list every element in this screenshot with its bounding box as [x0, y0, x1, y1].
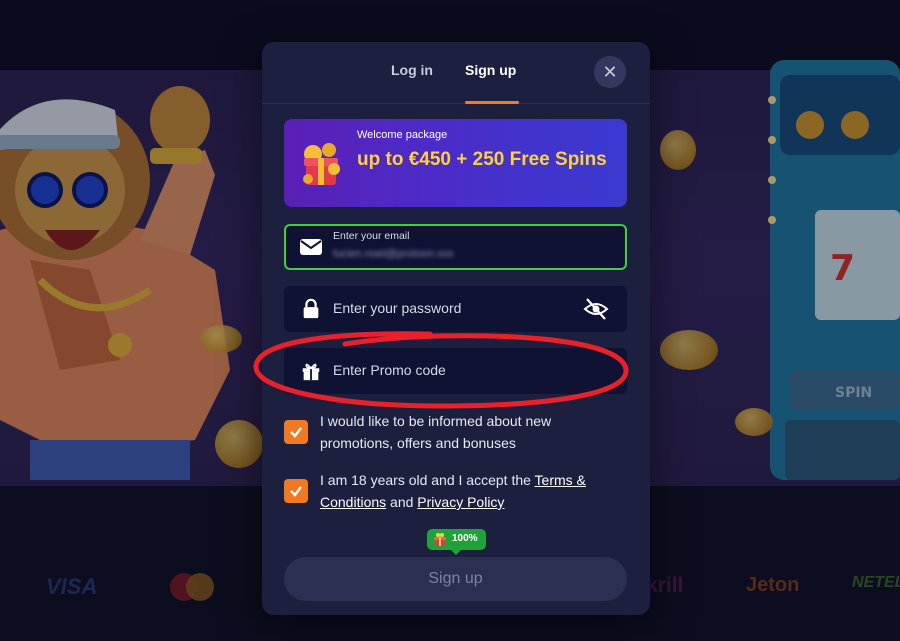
password-field[interactable]: Enter your password [284, 286, 627, 332]
tab-login[interactable]: Log in [391, 62, 433, 78]
welcome-package-banner: Welcome package up to €450 + 250 Free Sp… [284, 119, 627, 207]
privacy-policy-link[interactable]: Privacy Policy [417, 494, 504, 510]
auth-tabs: Log in Sign up [262, 42, 650, 104]
terms-consent-checkbox[interactable] [284, 479, 308, 503]
terms-consent-middle: and [386, 494, 418, 510]
envelope-icon [300, 239, 322, 255]
tab-signup[interactable]: Sign up [465, 62, 516, 78]
active-tab-indicator [465, 101, 519, 104]
password-placeholder: Enter your password [333, 300, 462, 316]
gift-box-icon [302, 363, 320, 381]
eye-off-icon[interactable] [582, 296, 610, 322]
email-value: lucien.noel@protoon.xxx [333, 248, 454, 260]
promo-code-placeholder: Enter Promo code [333, 362, 446, 378]
email-label: Enter your email [333, 230, 410, 242]
checkmark-icon [290, 427, 302, 438]
checkmark-icon [290, 486, 302, 497]
close-icon: ✕ [602, 61, 618, 83]
terms-consent-text: I am 18 years old and I accept the Terms… [320, 469, 620, 513]
terms-consent-prefix: I am 18 years old and I accept the [320, 472, 535, 488]
welcome-offer-text: up to €450 + 250 Free Spins [357, 149, 607, 170]
marketing-consent-checkbox[interactable] [284, 420, 308, 444]
marketing-consent-text: I would like to be informed about new pr… [320, 413, 552, 451]
email-field[interactable]: Enter your email lucien.noel@protoon.xxx [284, 224, 627, 270]
gift-icon [303, 143, 340, 185]
welcome-package-label: Welcome package [357, 129, 448, 141]
lock-icon [303, 298, 319, 319]
signup-modal: Log in Sign up ✕ Welcome package up to €… [262, 42, 650, 615]
bonus-badge-pointer [450, 549, 462, 555]
gift-icon [434, 533, 446, 546]
bonus-badge-text: 100% [452, 533, 478, 544]
bonus-badge: 100% [427, 529, 486, 550]
promo-code-field[interactable]: Enter Promo code [284, 348, 627, 394]
signup-submit-button[interactable]: Sign up [284, 557, 627, 601]
close-button[interactable]: ✕ [594, 56, 626, 88]
